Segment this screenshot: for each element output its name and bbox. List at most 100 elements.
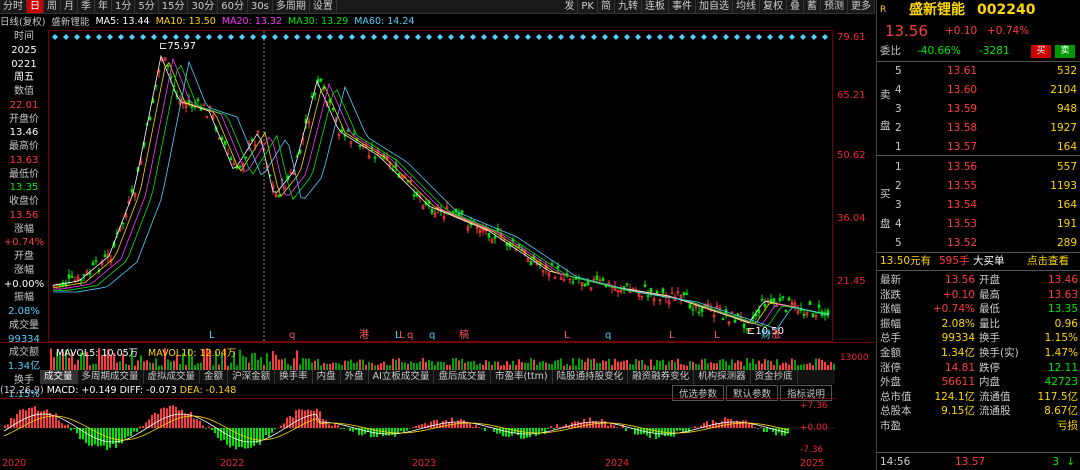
event-marker[interactable]: 稿 — [459, 328, 469, 341]
indicator-tab-7[interactable]: 外盘 — [341, 370, 369, 384]
level-volume: 1927 — [1050, 122, 1077, 134]
indicator-tab-11[interactable]: 陆股通持股变化 — [553, 370, 629, 384]
event-marker[interactable]: q — [407, 330, 413, 341]
volume-bar — [620, 361, 622, 370]
event-marker[interactable]: 涨 — [771, 329, 781, 341]
buy-level[interactable]: 2 13.55 1193 — [877, 179, 1080, 194]
toolbar-button-7[interactable]: 均线 — [733, 0, 760, 13]
period-tab-8[interactable]: 15分 — [159, 0, 189, 13]
event-marker[interactable]: 港 — [359, 329, 369, 341]
period-tab-5[interactable]: 年 — [95, 0, 112, 13]
indicator-tab-6[interactable]: 内盘 — [313, 370, 341, 384]
volume-bar — [578, 358, 580, 370]
event-marker[interactable]: 财 — [761, 328, 771, 341]
sell-level[interactable]: 5 13.61 532 — [877, 64, 1080, 79]
signal-diamond — [85, 34, 91, 40]
indicator-tab-4[interactable]: 沪深金额 — [228, 370, 276, 384]
indicator-tab-10[interactable]: 市盈率(ttm) — [491, 370, 553, 384]
signal-diamond — [426, 34, 432, 40]
sidebar-label: 开盘价 — [9, 113, 39, 125]
buy-button[interactable]: 买 — [1031, 45, 1051, 58]
high-annotation: ⊏75.97 — [159, 41, 196, 52]
indicator-tab-12[interactable]: 融资融券变化 — [628, 370, 695, 384]
candle-body — [58, 284, 62, 287]
indicator-tab-3[interactable]: 金额 — [200, 370, 229, 384]
event-marker[interactable]: q — [289, 330, 295, 341]
kline-svg[interactable]: ⊏75.97⊏10.50L q 港 LL q q 稿 Lq L L 财涨 — [49, 31, 834, 341]
period-toolbar: 分时日周月季年 1分 5分 15分 30分 60分 30s 多周期 设置 发 PK 简九转 连板 事件 加自… — [0, 0, 875, 14]
toolbar-button-8[interactable]: 复权 — [760, 0, 787, 13]
indicator-tab-0[interactable]: 成交量 — [40, 370, 78, 384]
buy-level[interactable]: 5 13.52 289 — [877, 236, 1080, 251]
toolbar-button-5[interactable]: 事件 — [669, 0, 696, 13]
volume-bar — [197, 363, 199, 370]
toolbar-button-2[interactable]: 简 — [598, 0, 615, 13]
volume-bar — [794, 359, 796, 370]
indicator-tab-8[interactable]: AI立板成交量 — [369, 370, 435, 384]
period-tab-0[interactable]: 分时 — [0, 0, 27, 13]
period-tab-4[interactable]: 季 — [78, 0, 95, 13]
buy-level[interactable]: 4 13.53 191 — [877, 217, 1080, 232]
macd-bar — [160, 408, 162, 428]
toolbar-button-9[interactable]: 叠 — [787, 0, 804, 13]
quote-label: 振幅 — [880, 317, 901, 330]
event-marker[interactable]: L — [209, 330, 215, 341]
toolbar-button-3[interactable]: 九转 — [615, 0, 642, 13]
kline-chart[interactable]: ⊏75.97 ⊏10.50 Lq 港 L Lq q 稿 Lq L L 财涨 — [48, 30, 833, 342]
sell-level[interactable]: 2 13.58 1927 — [877, 121, 1080, 136]
quote-value: 99334 — [941, 332, 975, 345]
macd-bar — [208, 426, 210, 428]
indicator-tab-13[interactable]: 机构探测器 — [694, 370, 751, 384]
toolbar-button-1[interactable]: PK — [578, 0, 598, 13]
event-marker[interactable]: q — [429, 330, 435, 341]
macd-bar — [676, 428, 678, 431]
buy-level[interactable]: 3 13.54 164 — [877, 198, 1080, 213]
toolbar-button-0[interactable]: 发 — [561, 0, 579, 13]
sell-level[interactable]: 4 13.60 2104 — [877, 83, 1080, 98]
period-tab-7[interactable]: 5分 — [135, 0, 159, 13]
volume-bar — [272, 350, 274, 370]
macd-bar — [265, 428, 267, 436]
volume-bar — [470, 361, 472, 370]
sidebar-label: 振幅 — [14, 292, 34, 304]
toolbar-button-6[interactable]: 加自选 — [696, 0, 733, 13]
toolbar-button-10[interactable]: 蓄 — [804, 0, 821, 13]
buy-level[interactable]: 1 13.56 557 — [877, 160, 1080, 175]
event-marker[interactable]: L — [714, 330, 720, 341]
macd-bar — [127, 428, 129, 437]
price-tick: 50.62 — [837, 150, 866, 161]
quote-value: 1.15% — [1044, 332, 1078, 345]
sell-level[interactable]: 1 13.57 164 — [877, 140, 1080, 155]
indicator-tab-14[interactable]: 资金抄底 — [751, 370, 798, 384]
period-tab-12[interactable]: 多周期 — [273, 0, 310, 13]
sell-level[interactable]: 3 13.59 948 — [877, 102, 1080, 117]
volume-bar — [581, 359, 583, 370]
period-tab-13[interactable]: 设置 — [310, 0, 337, 13]
event-marker[interactable]: L — [669, 330, 675, 341]
period-tab-2[interactable]: 周 — [44, 0, 61, 13]
indicator-tab-5[interactable]: 换手率 — [275, 370, 313, 384]
macd-bar — [760, 427, 762, 428]
period-tab-11[interactable]: 30s — [248, 0, 273, 13]
toolbar-button-4[interactable]: 连板 — [642, 0, 669, 13]
volume-bar — [419, 361, 421, 370]
macd-bar — [214, 428, 216, 433]
period-tab-9[interactable]: 30分 — [188, 0, 219, 13]
toolbar-button-11[interactable]: 预测 — [821, 0, 848, 13]
event-marker[interactable]: L — [399, 330, 405, 341]
period-tab-10[interactable]: 60分 — [218, 0, 248, 13]
period-tab-1[interactable]: 日 — [27, 0, 44, 13]
signal-diamond — [96, 34, 102, 40]
event-marker[interactable]: L — [564, 330, 570, 341]
period-tab-6[interactable]: 1分 — [112, 0, 136, 13]
macd-bar — [223, 428, 225, 440]
toolbar-button-12[interactable]: 更多 — [848, 0, 875, 13]
indicator-tab-9[interactable]: 盘后成交量 — [434, 370, 491, 384]
indicator-tab-2[interactable]: 虚拟成交量 — [144, 370, 201, 384]
indicator-tab-1[interactable]: 多周期成交量 — [78, 370, 144, 384]
volume-bar — [167, 359, 169, 370]
sell-button[interactable]: 卖 — [1055, 45, 1075, 58]
event-marker[interactable]: q — [605, 330, 611, 341]
big-order-view-link[interactable]: 点击查看 — [1027, 254, 1069, 269]
period-tab-3[interactable]: 月 — [61, 0, 78, 13]
